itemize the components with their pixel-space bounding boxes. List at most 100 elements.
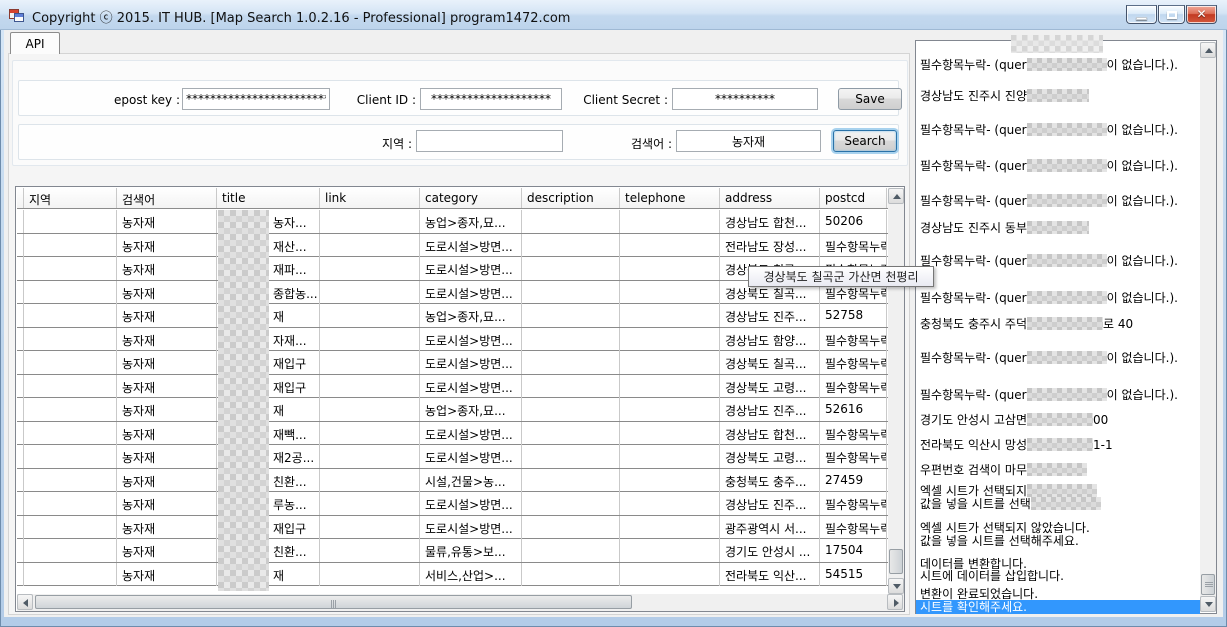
grid-header-cell[interactable]: link: [320, 188, 420, 208]
maximize-button[interactable]: [1158, 5, 1185, 24]
grid-cell[interactable]: [24, 492, 117, 515]
grid-cell[interactable]: [24, 422, 117, 445]
log-line[interactable]: 필수항목누락- (quer이 없습니다.).: [920, 58, 1192, 72]
grid-cell[interactable]: [24, 257, 117, 280]
region-input[interactable]: [416, 130, 563, 152]
epost-key-input[interactable]: [182, 88, 330, 110]
grid-cell[interactable]: [620, 234, 720, 257]
grid-cell[interactable]: 농자재: [117, 398, 217, 421]
grid-cell[interactable]: [620, 398, 720, 421]
grid-cell[interactable]: [620, 304, 720, 327]
grid-cell[interactable]: [320, 375, 420, 398]
grid-cell[interactable]: [24, 304, 117, 327]
grid-cell[interactable]: 도로시설>방면...: [420, 516, 522, 539]
log-line[interactable]: 변환이 완료되었습니다.: [920, 587, 1192, 601]
grid-header-cell[interactable]: 지역: [24, 188, 117, 208]
grid-cell[interactable]: 농업>종자,묘...: [420, 210, 522, 233]
table-row[interactable]: 농자재재서비스,산업>...전라북도 익산...54515: [17, 563, 888, 587]
grid-cell[interactable]: [522, 445, 620, 468]
grid-cell[interactable]: 경기도 안성시 ...: [720, 539, 820, 562]
table-row[interactable]: 농자재친환...물류,유통>보...경기도 안성시 ...17504: [17, 539, 888, 563]
log-line[interactable]: 충청북도 충주시 주덕로 40: [920, 317, 1192, 331]
grid-cell[interactable]: 경상북도 고령...: [720, 375, 820, 398]
grid-cell[interactable]: [620, 257, 720, 280]
grid-cell[interactable]: [522, 398, 620, 421]
grid-cell[interactable]: [522, 210, 620, 233]
log-line[interactable]: 엑셀 시트가 선택되지: [920, 484, 1192, 498]
grid-cell[interactable]: 농자재: [117, 492, 217, 515]
log-line[interactable]: 경기도 안성시 고삼면00: [920, 413, 1192, 427]
grid-cell[interactable]: 도로시설>방면...: [420, 234, 522, 257]
grid-cell[interactable]: 27459: [820, 469, 887, 492]
title-bar[interactable]: Copyright ⓒ 2015. IT HUB. [Map Search 1.…: [0, 0, 1227, 30]
grid-cell[interactable]: [620, 422, 720, 445]
horizontal-scroll-thumb[interactable]: [35, 595, 632, 609]
grid-cell[interactable]: 52616: [820, 398, 887, 421]
grid-cell[interactable]: [24, 210, 117, 233]
table-row[interactable]: 농자재루농...도로시설>방면...경상남도 진주...필수항목누락: [17, 492, 888, 516]
grid-cell[interactable]: [522, 328, 620, 351]
grid-cell[interactable]: [17, 210, 24, 233]
grid-cell[interactable]: [24, 398, 117, 421]
grid-cell[interactable]: [522, 539, 620, 562]
grid-cell[interactable]: [17, 563, 24, 586]
grid-cell[interactable]: [320, 516, 420, 539]
grid-cell[interactable]: [17, 304, 24, 327]
grid-cell[interactable]: 경상북도 칠곡...: [720, 351, 820, 374]
grid-cell[interactable]: 물류,유통>보...: [420, 539, 522, 562]
grid-cell[interactable]: 충청북도 충주...: [720, 469, 820, 492]
grid-cell[interactable]: 도로시설>방면...: [420, 328, 522, 351]
grid-cell[interactable]: [620, 539, 720, 562]
grid-cell[interactable]: 농자재: [117, 210, 217, 233]
grid-cell[interactable]: 필수항목누락: [820, 375, 887, 398]
grid-cell[interactable]: [24, 281, 117, 304]
grid-cell[interactable]: 17504: [820, 539, 887, 562]
grid-cell[interactable]: [320, 234, 420, 257]
grid-cell[interactable]: [320, 281, 420, 304]
log-line[interactable]: 필수항목누락- (quer이 없습니다.).: [920, 254, 1192, 268]
grid-header-cell[interactable]: address: [720, 188, 820, 208]
table-row[interactable]: 농자재재산...도로시설>방면...전라남도 장성...필수항목누락: [17, 234, 888, 258]
grid-cell[interactable]: 농자재: [117, 234, 217, 257]
grid-cell[interactable]: 농자재: [117, 539, 217, 562]
log-scroll-down-button[interactable]: [1200, 596, 1216, 612]
grid-cell[interactable]: [17, 492, 24, 515]
grid-cell[interactable]: [620, 563, 720, 586]
log-line[interactable]: 경상남도 진주시 동부: [920, 221, 1192, 235]
grid-cell[interactable]: [320, 563, 420, 586]
log-line[interactable]: 필수항목누락- (quer이 없습니다.).: [920, 291, 1192, 305]
grid-cell[interactable]: [17, 516, 24, 539]
grid-cell[interactable]: 농자재: [117, 469, 217, 492]
grid-cell[interactable]: [320, 210, 420, 233]
grid-cell[interactable]: 필수항목누락: [820, 445, 887, 468]
grid-cell[interactable]: [522, 375, 620, 398]
log-line[interactable]: 필수항목누락- (quer이 없습니다.).: [920, 159, 1192, 173]
grid-cell[interactable]: 필수항목누락: [820, 492, 887, 515]
table-row[interactable]: 농자재재농업>종자,묘...경상남도 진주...52758: [17, 304, 888, 328]
grid-cell[interactable]: [620, 375, 720, 398]
table-row[interactable]: 농자재재입구도로시설>방면...경상북도 칠곡...필수항목누락: [17, 351, 888, 375]
grid-cell[interactable]: 농자재: [117, 304, 217, 327]
grid-cell[interactable]: 광주광역시 서...: [720, 516, 820, 539]
grid-header-cell[interactable]: description: [522, 188, 620, 208]
grid-cell[interactable]: 농자재: [117, 563, 217, 586]
grid-cell[interactable]: [620, 516, 720, 539]
grid-cell[interactable]: 농자재: [117, 281, 217, 304]
grid-cell[interactable]: [522, 563, 620, 586]
grid-header-cell[interactable]: category: [420, 188, 522, 208]
grid-cell[interactable]: [320, 304, 420, 327]
vertical-scroll-thumb[interactable]: [889, 549, 903, 574]
grid-cell[interactable]: [320, 539, 420, 562]
grid-cell[interactable]: [522, 281, 620, 304]
grid-cell[interactable]: [522, 234, 620, 257]
table-row[interactable]: 농자재재농업>종자,묘...경상남도 진주...52616: [17, 398, 888, 422]
grid-cell[interactable]: 필수항목누락: [820, 234, 887, 257]
grid-header-cell[interactable]: 검색어: [117, 188, 217, 208]
log-line[interactable]: 전라북도 익산시 망성1-1: [920, 438, 1192, 452]
table-row[interactable]: 농자재재입구도로시설>방면...광주광역시 서...필수항목누락: [17, 516, 888, 540]
log-line[interactable]: 엑셀 시트가 선택되지 않았습니다.: [920, 521, 1192, 535]
log-line[interactable]: 필수항목누락- (quer이 없습니다.).: [920, 388, 1192, 402]
tab-api[interactable]: API: [10, 32, 60, 54]
log-scroll-up-button[interactable]: [1200, 42, 1216, 58]
grid-cell[interactable]: 시설,건물>농...: [420, 469, 522, 492]
